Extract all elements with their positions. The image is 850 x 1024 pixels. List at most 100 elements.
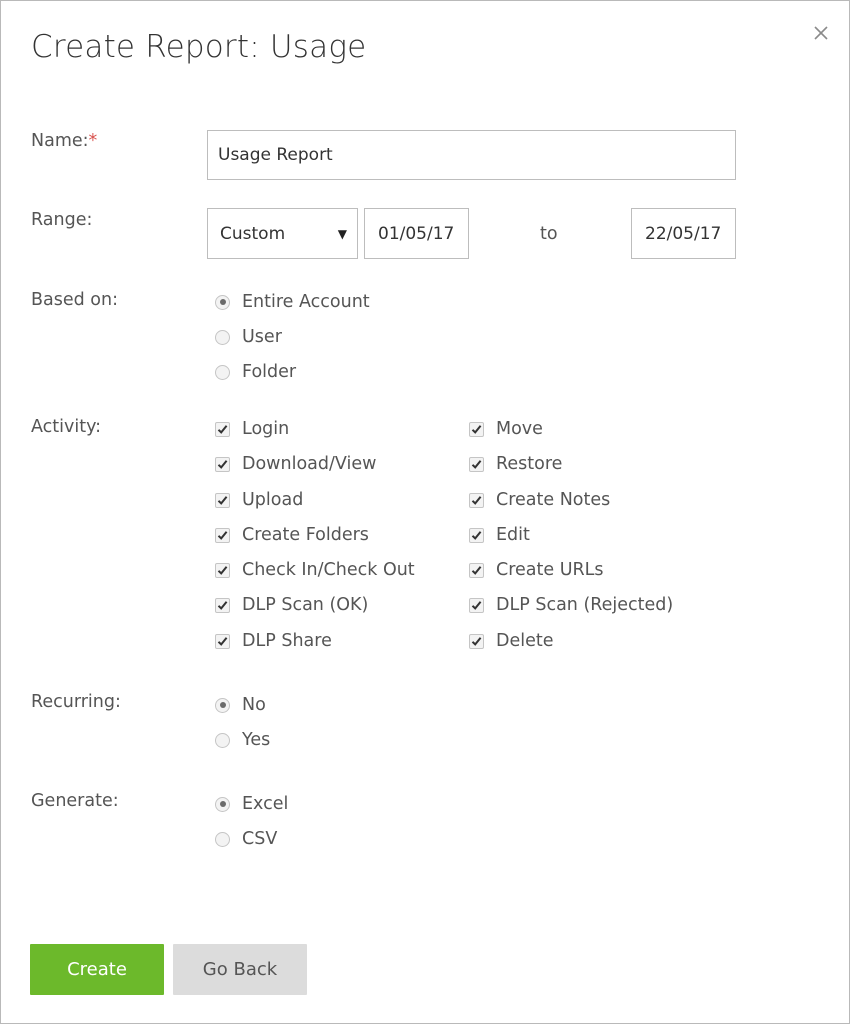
checkbox-label: Login	[242, 419, 290, 439]
checkbox-move[interactable]: Move	[469, 416, 543, 442]
checkbox[interactable]	[215, 527, 230, 543]
radio-label: Entire Account	[242, 292, 370, 312]
radio-label: CSV	[242, 829, 278, 849]
go-back-button[interactable]: Go Back	[173, 944, 307, 995]
checkbox-download-view[interactable]: Download/View	[215, 451, 376, 477]
radio-recurring-no[interactable]: No	[215, 692, 266, 718]
range-select[interactable]: Custom ▼	[207, 208, 358, 259]
checkmark-icon	[471, 424, 482, 434]
radio-label: Folder	[242, 362, 297, 382]
end-date-value: 22/05/17	[645, 223, 722, 244]
checkbox[interactable]	[469, 562, 484, 578]
checkbox-dlp-scan-ok[interactable]: DLP Scan (OK)	[215, 592, 368, 618]
checkbox-check-in-out[interactable]: Check In/Check Out	[215, 557, 415, 583]
checkmark-icon	[217, 530, 228, 540]
radio-button[interactable]	[215, 831, 230, 847]
checkbox[interactable]	[469, 597, 484, 613]
radio-button[interactable]	[215, 364, 230, 380]
range-label: Range:	[31, 210, 93, 230]
checkbox[interactable]	[215, 456, 230, 472]
checkbox-dlp-scan-rejected[interactable]: DLP Scan (Rejected)	[469, 592, 673, 618]
create-report-dialog: Create Report: Usage Name:* Usage Report…	[0, 0, 850, 1024]
checkbox-dlp-share[interactable]: DLP Share	[215, 628, 332, 654]
radio-button[interactable]	[215, 796, 230, 812]
radio-label: Excel	[242, 794, 289, 814]
checkmark-icon	[217, 565, 228, 575]
checkbox[interactable]	[469, 456, 484, 472]
radio-button[interactable]	[215, 294, 230, 310]
checkbox[interactable]	[215, 633, 230, 649]
radio-label: Yes	[242, 730, 271, 750]
checkbox-label: Delete	[496, 631, 554, 651]
radio-generate-csv[interactable]: CSV	[215, 826, 277, 852]
checkmark-icon	[217, 495, 228, 505]
radio-button[interactable]	[215, 697, 230, 713]
radio-button[interactable]	[215, 329, 230, 345]
radio-generate-excel[interactable]: Excel	[215, 791, 288, 817]
name-input-value: Usage Report	[218, 145, 333, 165]
checkmark-icon	[471, 600, 482, 610]
checkbox-label: Create URLs	[496, 560, 604, 580]
checkbox-delete[interactable]: Delete	[469, 628, 554, 654]
checkbox[interactable]	[215, 492, 230, 508]
radio-label: User	[242, 327, 282, 347]
checkbox-create-urls[interactable]: Create URLs	[469, 557, 604, 583]
name-label-text: Name:	[31, 131, 89, 151]
checkbox-label: Move	[496, 419, 543, 439]
start-date-value: 01/05/17	[378, 223, 455, 244]
radio-recurring-yes[interactable]: Yes	[215, 727, 270, 753]
start-date-input[interactable]: 01/05/17	[364, 208, 469, 259]
checkbox[interactable]	[469, 633, 484, 649]
generate-label: Generate:	[31, 791, 119, 811]
checkbox-label: Check In/Check Out	[242, 560, 415, 580]
checkmark-icon	[217, 424, 228, 434]
checkbox-label: DLP Scan (OK)	[242, 595, 369, 615]
checkbox[interactable]	[469, 421, 484, 437]
checkbox[interactable]	[215, 562, 230, 578]
name-label: Name:*	[31, 131, 97, 151]
checkbox-login[interactable]: Login	[215, 416, 289, 442]
name-input[interactable]: Usage Report	[207, 130, 736, 180]
checkbox-create-notes[interactable]: Create Notes	[469, 487, 610, 513]
checkmark-icon	[217, 636, 228, 646]
radio-label: No	[242, 695, 266, 715]
checkbox-label: Download/View	[242, 454, 377, 474]
checkbox-upload[interactable]: Upload	[215, 487, 303, 513]
checkbox-label: DLP Scan (Rejected)	[496, 595, 674, 615]
checkmark-icon	[471, 636, 482, 646]
based-on-label: Based on:	[31, 290, 118, 310]
checkmark-icon	[471, 565, 482, 575]
caret-down-icon: ▼	[337, 226, 347, 241]
radio-button[interactable]	[215, 732, 230, 748]
checkbox-label: Edit	[496, 525, 530, 545]
required-mark: *	[88, 131, 98, 151]
checkbox-label: Restore	[496, 454, 563, 474]
activity-label: Activity:	[31, 417, 102, 437]
dialog-title: Create Report: Usage	[31, 29, 367, 65]
range-to-label: to	[540, 224, 558, 244]
checkbox[interactable]	[469, 492, 484, 508]
checkbox-label: DLP Share	[242, 631, 332, 651]
close-icon[interactable]	[811, 23, 831, 43]
end-date-input[interactable]: 22/05/17	[631, 208, 736, 259]
checkmark-icon	[471, 459, 482, 469]
radio-entire-account[interactable]: Entire Account	[215, 289, 370, 315]
checkmark-icon	[471, 495, 482, 505]
checkbox-label: Upload	[242, 490, 304, 510]
checkbox[interactable]	[215, 421, 230, 437]
checkmark-icon	[217, 459, 228, 469]
checkmark-icon	[217, 600, 228, 610]
recurring-label: Recurring:	[31, 692, 121, 712]
checkbox[interactable]	[215, 597, 230, 613]
checkbox-create-folders[interactable]: Create Folders	[215, 522, 369, 548]
checkbox[interactable]	[469, 527, 484, 543]
range-select-value: Custom	[220, 223, 286, 244]
checkbox-label: Create Folders	[242, 525, 369, 545]
radio-folder[interactable]: Folder	[215, 359, 296, 385]
checkbox-label: Create Notes	[496, 490, 611, 510]
checkbox-edit[interactable]: Edit	[469, 522, 530, 548]
radio-user[interactable]: User	[215, 324, 282, 350]
checkbox-restore[interactable]: Restore	[469, 451, 562, 477]
checkmark-icon	[471, 530, 482, 540]
create-button[interactable]: Create	[30, 944, 164, 995]
